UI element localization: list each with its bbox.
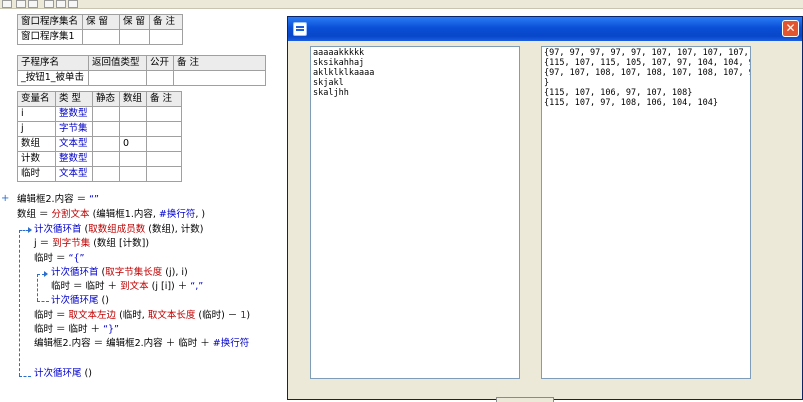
edit-line: aaaaakkkkk [313, 48, 365, 58]
toolbar-button-6[interactable] [68, 0, 78, 8]
cell[interactable] [149, 29, 183, 45]
col-header: 数组 [119, 91, 147, 107]
cell[interactable] [146, 70, 174, 86]
edit-line: {115, 107, 106, 97, 107, 108} [544, 88, 693, 98]
table-row[interactable]: 计数 整数型 [17, 151, 182, 167]
edit-line: {115, 107, 97, 108, 106, 104, 104} [544, 98, 718, 108]
cell[interactable] [82, 29, 120, 45]
close-button[interactable]: ✕ [782, 20, 799, 37]
edit-line: skjakl [313, 78, 344, 88]
code-line[interactable]: 临时 ＝ “{” [34, 253, 84, 265]
assembly-name-cell[interactable]: 窗口程序集1 [17, 29, 83, 45]
var-name[interactable]: 数组 [17, 136, 56, 152]
col-header: 变量名 [17, 91, 56, 107]
var-type[interactable]: 整数型 [55, 106, 93, 122]
col-header: 类 型 [55, 91, 93, 107]
code-line[interactable]: j ＝ 到字节集 (数组 [计数]) [34, 238, 149, 250]
var-static[interactable] [92, 121, 120, 137]
table-row[interactable]: j 字节集 [17, 121, 182, 137]
col-header: 保 留 [119, 14, 150, 30]
var-name[interactable]: 计数 [17, 151, 56, 167]
var-note[interactable] [146, 121, 182, 137]
dialog-window: ✕ aaaaakkkkk sksikahhaj aklklklkaaaa skj… [287, 16, 803, 402]
toolbar-button-5[interactable] [56, 0, 66, 8]
loop-guide-outer [19, 230, 20, 376]
subroutine-table: 子程序名 返回值类型 公开 备 注 _按钮1_被单击 [17, 55, 266, 86]
table-row[interactable]: i 整数型 [17, 106, 182, 122]
col-header: 公开 [146, 55, 174, 71]
var-type[interactable]: 整数型 [55, 151, 93, 167]
variable-table: 变量名 类 型 静态 数组 备 注 i 整数型 j 字节集 数组 文本型 0 计… [17, 91, 182, 182]
var-array[interactable] [119, 151, 147, 167]
edit-box-1[interactable]: aaaaakkkkk sksikahhaj aklklklkaaaa skjak… [310, 46, 520, 379]
toolbar-button-3[interactable] [28, 0, 38, 8]
col-header: 备 注 [146, 91, 182, 107]
edit-line: aklklklkaaaa [313, 68, 375, 78]
cell[interactable] [173, 70, 266, 86]
cell[interactable] [119, 29, 150, 45]
var-type[interactable]: 字节集 [55, 121, 93, 137]
loop-guide-inner-bottom [37, 301, 49, 302]
code-line[interactable]: 计次循环尾 () [34, 368, 92, 380]
var-note[interactable] [146, 151, 182, 167]
window-assembly-table: 窗口程序集名 保 留 保 留 备 注 窗口程序集1 [17, 14, 183, 45]
col-header: 返回值类型 [88, 55, 147, 71]
var-array[interactable] [119, 166, 147, 182]
code-line[interactable]: 临时 ＝ 临时 ＋ 到文本 (j [i]) ＋ “,” [51, 281, 203, 293]
table-row[interactable]: 数组 文本型 0 [17, 136, 182, 152]
code-line[interactable]: 数组 ＝ 分割文本 (编辑框1.内容, #换行符, ) [17, 209, 205, 221]
edit-line: {97, 107, 108, 107, 108, 107, 108, 107, … [544, 68, 750, 78]
col-header: 备 注 [149, 14, 183, 30]
edit-box-2[interactable]: {97, 97, 97, 97, 97, 107, 107, 107, 107,… [541, 46, 751, 379]
cell[interactable] [88, 70, 147, 86]
var-name[interactable]: i [17, 106, 56, 122]
code-line[interactable]: 编辑框2.内容 ＝ 编辑框2.内容 ＋ 临时 ＋ #换行符 [34, 338, 249, 350]
var-static[interactable] [92, 166, 120, 182]
loop-guide-inner [37, 274, 38, 301]
subroutine-name-cell[interactable]: _按钮1_被单击 [17, 70, 89, 86]
expand-icon[interactable]: + [1, 193, 9, 204]
edit-line: {115, 107, 115, 105, 107, 97, 104, 104, … [544, 58, 750, 68]
code-line[interactable]: 计次循环首 (取数组成员数 (数组), 计数) [34, 224, 203, 236]
var-static[interactable] [92, 151, 120, 167]
toolbar [0, 0, 803, 9]
var-type[interactable]: 文本型 [55, 136, 93, 152]
window-icon [293, 22, 307, 36]
toolbar-button-1[interactable] [2, 0, 12, 8]
loop-arrow-icon [28, 227, 32, 233]
col-header: 保 留 [82, 14, 120, 30]
var-note[interactable] [146, 166, 182, 182]
code-line[interactable]: 编辑框2.内容 ＝ “” [17, 194, 99, 206]
var-name[interactable]: 临时 [17, 166, 56, 182]
code-line[interactable]: 计次循环尾 () [51, 295, 109, 307]
var-array[interactable]: 0 [119, 136, 147, 152]
edit-line: sksikahhaj [313, 58, 365, 68]
loop-guide-outer-bottom [19, 376, 31, 377]
var-static[interactable] [92, 136, 120, 152]
dialog-titlebar[interactable]: ✕ [288, 17, 802, 41]
code-line[interactable]: 临时 ＝ 取文本左边 (临时, 取文本长度 (临时) － 1) [34, 310, 250, 322]
var-note[interactable] [146, 106, 182, 122]
edit-line: skaljhh [313, 88, 349, 98]
col-header: 窗口程序集名 [17, 14, 83, 30]
loop-arrow-icon [44, 271, 48, 277]
toolbar-button-2[interactable] [16, 0, 26, 8]
code-line[interactable]: 临时 ＝ 临时 ＋ “}” [34, 324, 119, 336]
code-line[interactable]: 计次循环首 (取字节集长度 (j), i) [51, 267, 188, 279]
var-note[interactable] [146, 136, 182, 152]
table-row[interactable]: 临时 文本型 [17, 166, 182, 182]
col-header: 备 注 [173, 55, 266, 71]
col-header: 子程序名 [17, 55, 89, 71]
edit-line: {97, 97, 97, 97, 97, 107, 107, 107, 107,… [544, 48, 750, 58]
edit-line: } [544, 78, 550, 88]
var-static[interactable] [92, 106, 120, 122]
var-name[interactable]: j [17, 121, 56, 137]
var-array[interactable] [119, 106, 147, 122]
var-type[interactable]: 文本型 [55, 166, 93, 182]
col-header: 静态 [92, 91, 120, 107]
toolbar-button-4[interactable] [44, 0, 54, 8]
var-array[interactable] [119, 121, 147, 137]
